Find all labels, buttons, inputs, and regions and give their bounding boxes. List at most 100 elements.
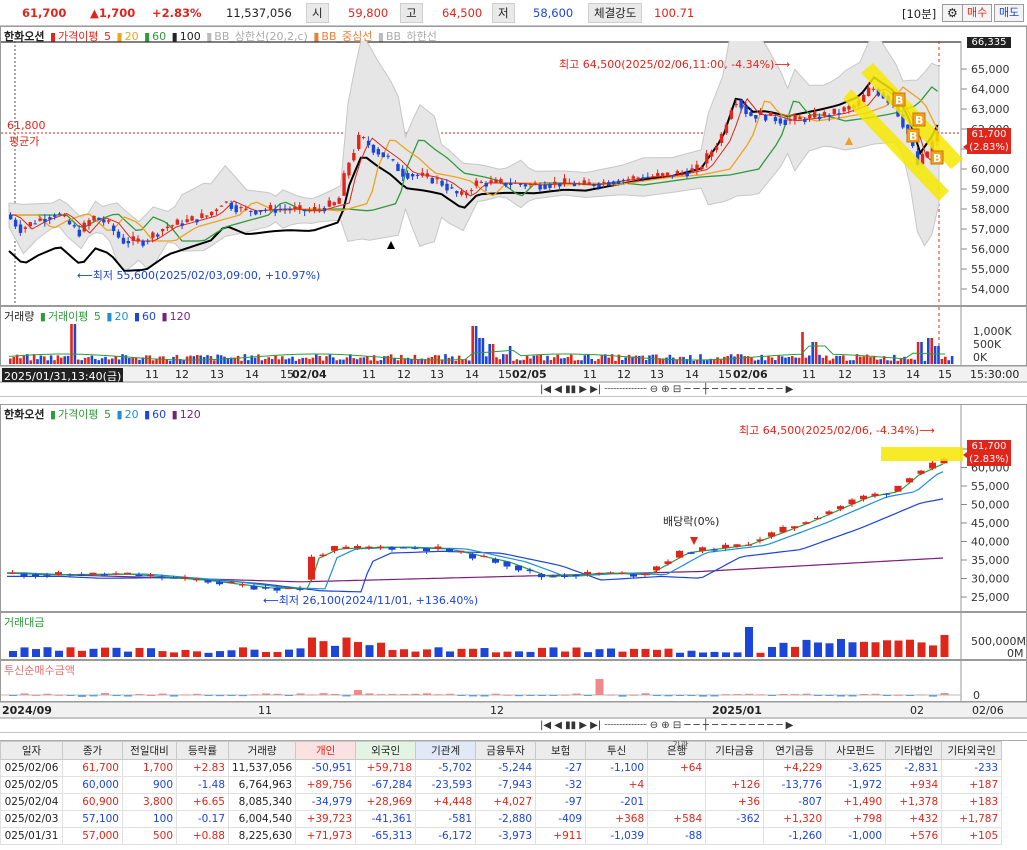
volume-bar — [481, 338, 485, 364]
candle-body — [690, 168, 694, 172]
column-header[interactable]: 연기금등 — [763, 741, 827, 760]
interval-selector[interactable]: [10분] — [902, 6, 936, 22]
volume-bar — [325, 356, 328, 364]
candle-body — [268, 205, 273, 210]
candle-body — [646, 176, 650, 178]
volume-bar — [488, 344, 491, 364]
intraday-volume-panel[interactable]: 거래량 ▮ 거래이평 5 ▮ 20 ▮ 60 ▮ 120 1,000K 500K 0K — [0, 306, 1027, 366]
low-label: 저 — [492, 3, 515, 23]
investor-table-wrap[interactable]: 일자 종가 전일대비 등락률 거래량 개인 외국인 기관계 금융투자 보험 투신 은행 기타금융 연기금등… — [0, 740, 1027, 850]
table-row[interactable]: 025/02/05 60,000 900 -1.48 6,764,963 +89,756-… — [0, 776, 1003, 794]
intraday-price-chart[interactable]: 65,00064,00063,00062,00061,00060,00059,0… — [1, 41, 1027, 305]
candle-body — [136, 238, 140, 241]
table-row[interactable]: 025/02/03 57,100 100 -0.17 6,004,540 +39,723-… — [0, 810, 1003, 828]
daily-scroll-bar[interactable]: |◀ ◀ ▮▮ ▶ ▶| ┈┈┈┈┈┈┈ ⊖ ⊕ ⊟ ─ ─ ┼ ─ ─ ─ ─… — [0, 718, 1027, 733]
daily-axis-label: 12 — [490, 704, 504, 717]
amount-bar — [170, 652, 178, 657]
intraday-price-panel[interactable]: 한화오션 ▮ 가격이평 5 ▮ 20 ▮ 60 ▮ 100 ▮ BB_상한선(20,2,c… — [0, 26, 1027, 306]
daily-candle-body — [837, 506, 844, 510]
candle-body — [572, 183, 577, 187]
table-row[interactable]: 025/02/06 61,700 1,700 +2.83 11,537,056 -50,9… — [0, 759, 1003, 777]
column-header[interactable]: 투신 — [585, 741, 649, 760]
daily-high-annotation: 최고 64,500(2025/02/06, -4.34%)⟶ — [739, 424, 935, 437]
axis-label: 11 — [145, 368, 159, 381]
candle-body — [714, 147, 719, 150]
column-header[interactable]: 기타법인 — [885, 741, 943, 760]
table-cell: +28,969 — [355, 793, 417, 811]
column-header[interactable]: 등락률 — [176, 741, 229, 760]
volume-bar — [862, 356, 865, 364]
volume-bar — [811, 342, 814, 364]
volume-bar — [393, 357, 396, 364]
daily-candle-body — [78, 574, 85, 576]
column-header[interactable]: 사모펀드 — [825, 741, 887, 760]
table-cell: +59,718 — [355, 759, 417, 777]
volume-bar — [556, 354, 559, 364]
volume-bar — [791, 356, 794, 364]
trade-volume: 11,537,056 — [226, 6, 292, 20]
volume-bar — [223, 356, 226, 364]
volume-bar — [247, 360, 250, 364]
candle-body — [817, 116, 822, 120]
column-header[interactable]: 전일대비 — [122, 741, 177, 760]
volume-bar — [848, 360, 852, 364]
volume-bar — [318, 356, 321, 364]
gear-icon[interactable]: ⚙ — [942, 4, 963, 22]
fund-bar — [89, 695, 98, 697]
column-header[interactable]: 기타외국인 — [941, 741, 1003, 760]
volume-bar — [716, 357, 719, 364]
volume-bar — [182, 360, 185, 364]
column-header[interactable]: 개인 — [295, 741, 357, 760]
column-header[interactable]: 외국인 — [355, 741, 417, 760]
fund-bar — [308, 694, 316, 696]
column-header[interactable]: 보험 — [535, 741, 587, 760]
candle-body — [415, 174, 420, 176]
candle-body — [562, 178, 567, 184]
chart-nav-controls[interactable]: |◀ ◀ ▮▮ ▶ ▶| ┈┈┈┈┈┈┈ ⊖ ⊕ ⊟ ─ ─ ┼ ─ ─ ─ ─… — [540, 384, 793, 395]
candle-body — [558, 183, 562, 187]
daily-nav-controls[interactable]: |◀ ◀ ▮▮ ▶ ▶| ┈┈┈┈┈┈┈ ⊖ ⊕ ⊟ ─ ─ ┼ ─ ─ ─ ─… — [540, 720, 793, 731]
fund-bar — [791, 694, 799, 696]
candle-body — [724, 124, 729, 134]
fund-bar — [676, 695, 684, 696]
candle-body — [165, 226, 170, 229]
candle-body — [317, 208, 322, 210]
table-row[interactable]: 025/01/31 57,000 500 +0.88 8,225,630 +71,973-… — [0, 827, 1003, 845]
buy-button[interactable]: 매수 — [962, 4, 993, 22]
candle-body — [107, 220, 111, 222]
amount-bar — [480, 648, 489, 657]
volume-bar — [845, 360, 848, 364]
table-row[interactable]: 025/02/04 60,900 3,800 +6.65 8,085,340 -34,97… — [0, 793, 1003, 811]
table-cell: -13,776 — [763, 776, 827, 794]
daily-date-axis: 2024/09 11 12 2025/01 02 02/06 — [0, 702, 1027, 718]
column-header[interactable]: 기타금융 — [705, 741, 765, 760]
fund-bar — [55, 694, 63, 696]
candle-body — [494, 179, 498, 183]
volume-bar — [583, 355, 587, 364]
column-header[interactable]: 거래량 — [227, 741, 297, 760]
column-header[interactable]: 금융투자 — [475, 741, 537, 760]
intraday-scroll-bar[interactable]: |◀ ◀ ▮▮ ▶ ▶| ┈┈┈┈┈┈┈ ⊖ ⊕ ⊟ ─ ─ ┼ ─ ─ ─ ─… — [0, 382, 1027, 397]
table-cell: 6,004,540 — [227, 810, 297, 828]
candle-body — [455, 191, 459, 194]
sell-button[interactable]: 매도 — [994, 4, 1025, 22]
amount-bar — [112, 647, 121, 657]
volume-bar — [797, 357, 801, 364]
daily-candle-body — [124, 572, 131, 575]
candle-body — [670, 175, 675, 177]
column-header[interactable]: 종가 — [62, 741, 123, 760]
trade-amount-panel: 거래대금 500,000M 0M — [0, 612, 1027, 660]
table-cell: 500 — [122, 827, 177, 845]
axis-label: 02/06 — [733, 368, 768, 381]
column-header[interactable]: 기관계 — [415, 741, 477, 760]
daily-tick-label: 40,000 — [971, 536, 1010, 549]
volume-bar — [542, 360, 546, 364]
candle-body — [837, 113, 841, 115]
volume-bar — [726, 356, 729, 364]
candle-body — [871, 88, 876, 90]
investor-table[interactable]: 일자 종가 전일대비 등락률 거래량 개인 외국인 기관계 금융투자 보험 투신 은행 기타금융 연기금등… — [0, 741, 1003, 845]
column-header[interactable]: 일자 — [0, 741, 63, 760]
daily-price-panel[interactable]: 한화오션 ▮가격이평 5 ▮20 ▮60 ▮120 65,00060,00055… — [0, 404, 1027, 612]
strength-label: 체결강도 — [588, 3, 643, 23]
fund-bar — [687, 695, 696, 696]
